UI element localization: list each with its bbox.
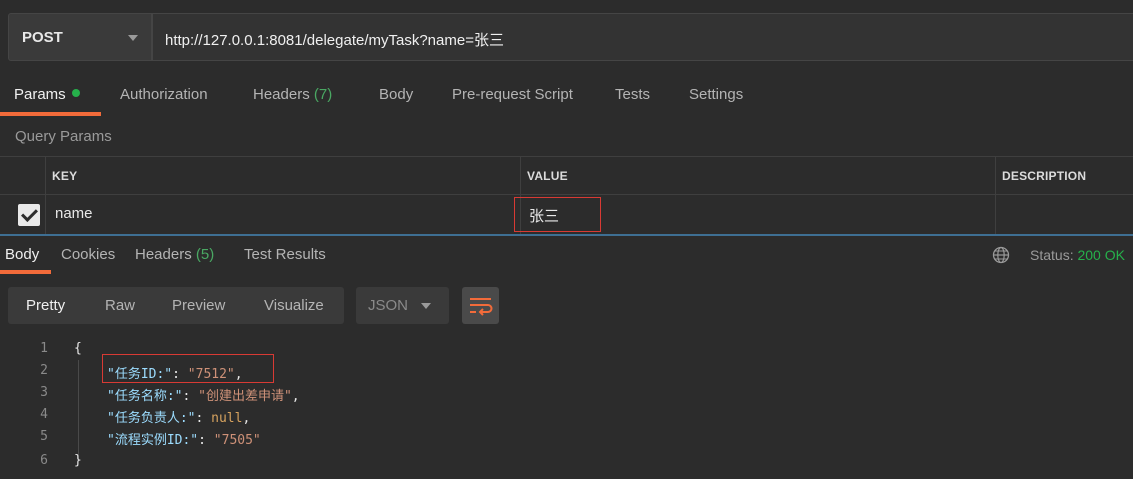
- highlight-box: [102, 354, 274, 383]
- tab-headers-count: (7): [313, 86, 333, 103]
- active-tab-indicator: [0, 270, 51, 274]
- request-tabs: Params Authorization Headers (7) Body Pr…: [0, 78, 1133, 116]
- line-number: 2: [40, 363, 48, 378]
- line-number: 5: [40, 429, 48, 444]
- tab-response-headers[interactable]: Headers (5): [135, 246, 214, 263]
- view-mode-segmented: Pretty Raw Preview Visualize: [8, 287, 344, 324]
- tab-authorization-label: Authorization: [120, 86, 208, 103]
- view-raw-button[interactable]: Raw: [105, 297, 135, 314]
- tab-tests-label: Tests: [615, 86, 651, 103]
- globe-icon[interactable]: [992, 246, 1010, 264]
- tab-body-label: Body: [379, 86, 414, 103]
- status-label: Status:: [1030, 247, 1074, 263]
- line-number: 1: [40, 341, 48, 356]
- column-header-value: VALUE: [527, 169, 568, 183]
- tab-body[interactable]: Body: [379, 86, 413, 103]
- wrap-lines-button[interactable]: [462, 287, 499, 324]
- json-sep: :: [182, 389, 199, 404]
- indent-guide: [78, 360, 79, 460]
- code-line: }: [74, 453, 82, 468]
- response-body-code[interactable]: 1 2 3 4 5 6 { "任务ID:": "7512", "任务名称:": …: [0, 336, 1133, 479]
- json-tail: ,: [291, 389, 300, 404]
- column-header-key: KEY: [52, 169, 78, 183]
- tab-headers-label: Headers: [253, 86, 310, 103]
- chevron-down-icon: [128, 35, 138, 41]
- tab-response-body-label: Body: [5, 246, 40, 263]
- format-label: JSON: [368, 297, 409, 314]
- json-sep: :: [195, 411, 212, 426]
- code-line: {: [74, 341, 82, 356]
- column-header-description: DESCRIPTION: [1002, 169, 1087, 183]
- tab-tests[interactable]: Tests: [615, 86, 650, 103]
- tab-settings[interactable]: Settings: [689, 86, 743, 103]
- tab-pre-request-script-label: Pre-request Script: [452, 86, 573, 103]
- code-line: "任务名称:": "创建出差申请",: [107, 385, 300, 404]
- wrap-lines-icon: [470, 298, 493, 316]
- tab-authorization[interactable]: Authorization: [120, 86, 208, 103]
- column-divider: [45, 157, 46, 235]
- tab-test-results-label: Test Results: [244, 246, 326, 263]
- line-number: 4: [40, 407, 48, 422]
- status-value[interactable]: 200 OK: [1077, 247, 1124, 263]
- row-divider: [0, 194, 1133, 195]
- tab-response-headers-count: (5): [195, 246, 215, 263]
- tab-cookies[interactable]: Cookies: [61, 246, 115, 263]
- json-value: "创建出差申请": [198, 389, 292, 404]
- code-line: "流程实例ID:": "7505": [107, 429, 261, 448]
- tab-params-label: Params: [14, 86, 66, 103]
- method-label: POST: [22, 29, 63, 46]
- tab-cookies-label: Cookies: [61, 246, 116, 263]
- highlight-box: [514, 197, 601, 232]
- method-select[interactable]: POST: [8, 13, 152, 61]
- view-pretty-button[interactable]: Pretty: [26, 297, 65, 314]
- column-divider: [995, 157, 996, 235]
- tab-test-results[interactable]: Test Results: [244, 246, 326, 263]
- json-value: null: [211, 411, 243, 426]
- json-value: "7505": [213, 433, 261, 448]
- status-indicator: Status: 200 OK: [1030, 247, 1125, 263]
- param-key-cell[interactable]: name: [55, 205, 93, 222]
- tab-pre-request-script[interactable]: Pre-request Script: [452, 86, 573, 103]
- view-preview-button[interactable]: Preview: [172, 297, 225, 314]
- view-visualize-button[interactable]: Visualize: [264, 297, 324, 314]
- query-params-title: Query Params: [15, 128, 112, 145]
- line-number: 3: [40, 385, 48, 400]
- response-tabs: Body Cookies Headers (5) Test Results St…: [0, 236, 1133, 274]
- tab-settings-label: Settings: [689, 86, 744, 103]
- json-key: "任务负责人:": [107, 411, 196, 426]
- green-dot-icon: [71, 89, 80, 97]
- tab-params[interactable]: Params: [14, 86, 80, 103]
- line-number: 6: [40, 453, 48, 468]
- active-tab-indicator: [0, 112, 101, 116]
- request-bar: POST http://127.0.0.1:8081/delegate/myTa…: [0, 0, 1133, 72]
- query-params-table: KEY VALUE DESCRIPTION name 张三: [0, 156, 1133, 235]
- json-sep: :: [198, 433, 214, 448]
- chevron-down-icon: [421, 303, 431, 309]
- json-tail: ,: [242, 411, 251, 426]
- format-select[interactable]: JSON: [356, 287, 449, 324]
- url-text: http://127.0.0.1:8081/delegate/myTask?na…: [165, 32, 504, 49]
- tab-response-body[interactable]: Body: [5, 246, 39, 263]
- code-line: "任务负责人:": null,: [107, 407, 250, 426]
- tab-response-headers-label: Headers: [135, 246, 192, 263]
- json-key: "任务名称:": [107, 389, 183, 404]
- tab-headers[interactable]: Headers (7): [253, 86, 332, 103]
- param-enabled-checkbox[interactable]: [18, 204, 40, 226]
- json-key: "流程实例ID:": [107, 433, 199, 448]
- url-input[interactable]: http://127.0.0.1:8081/delegate/myTask?na…: [152, 13, 1133, 61]
